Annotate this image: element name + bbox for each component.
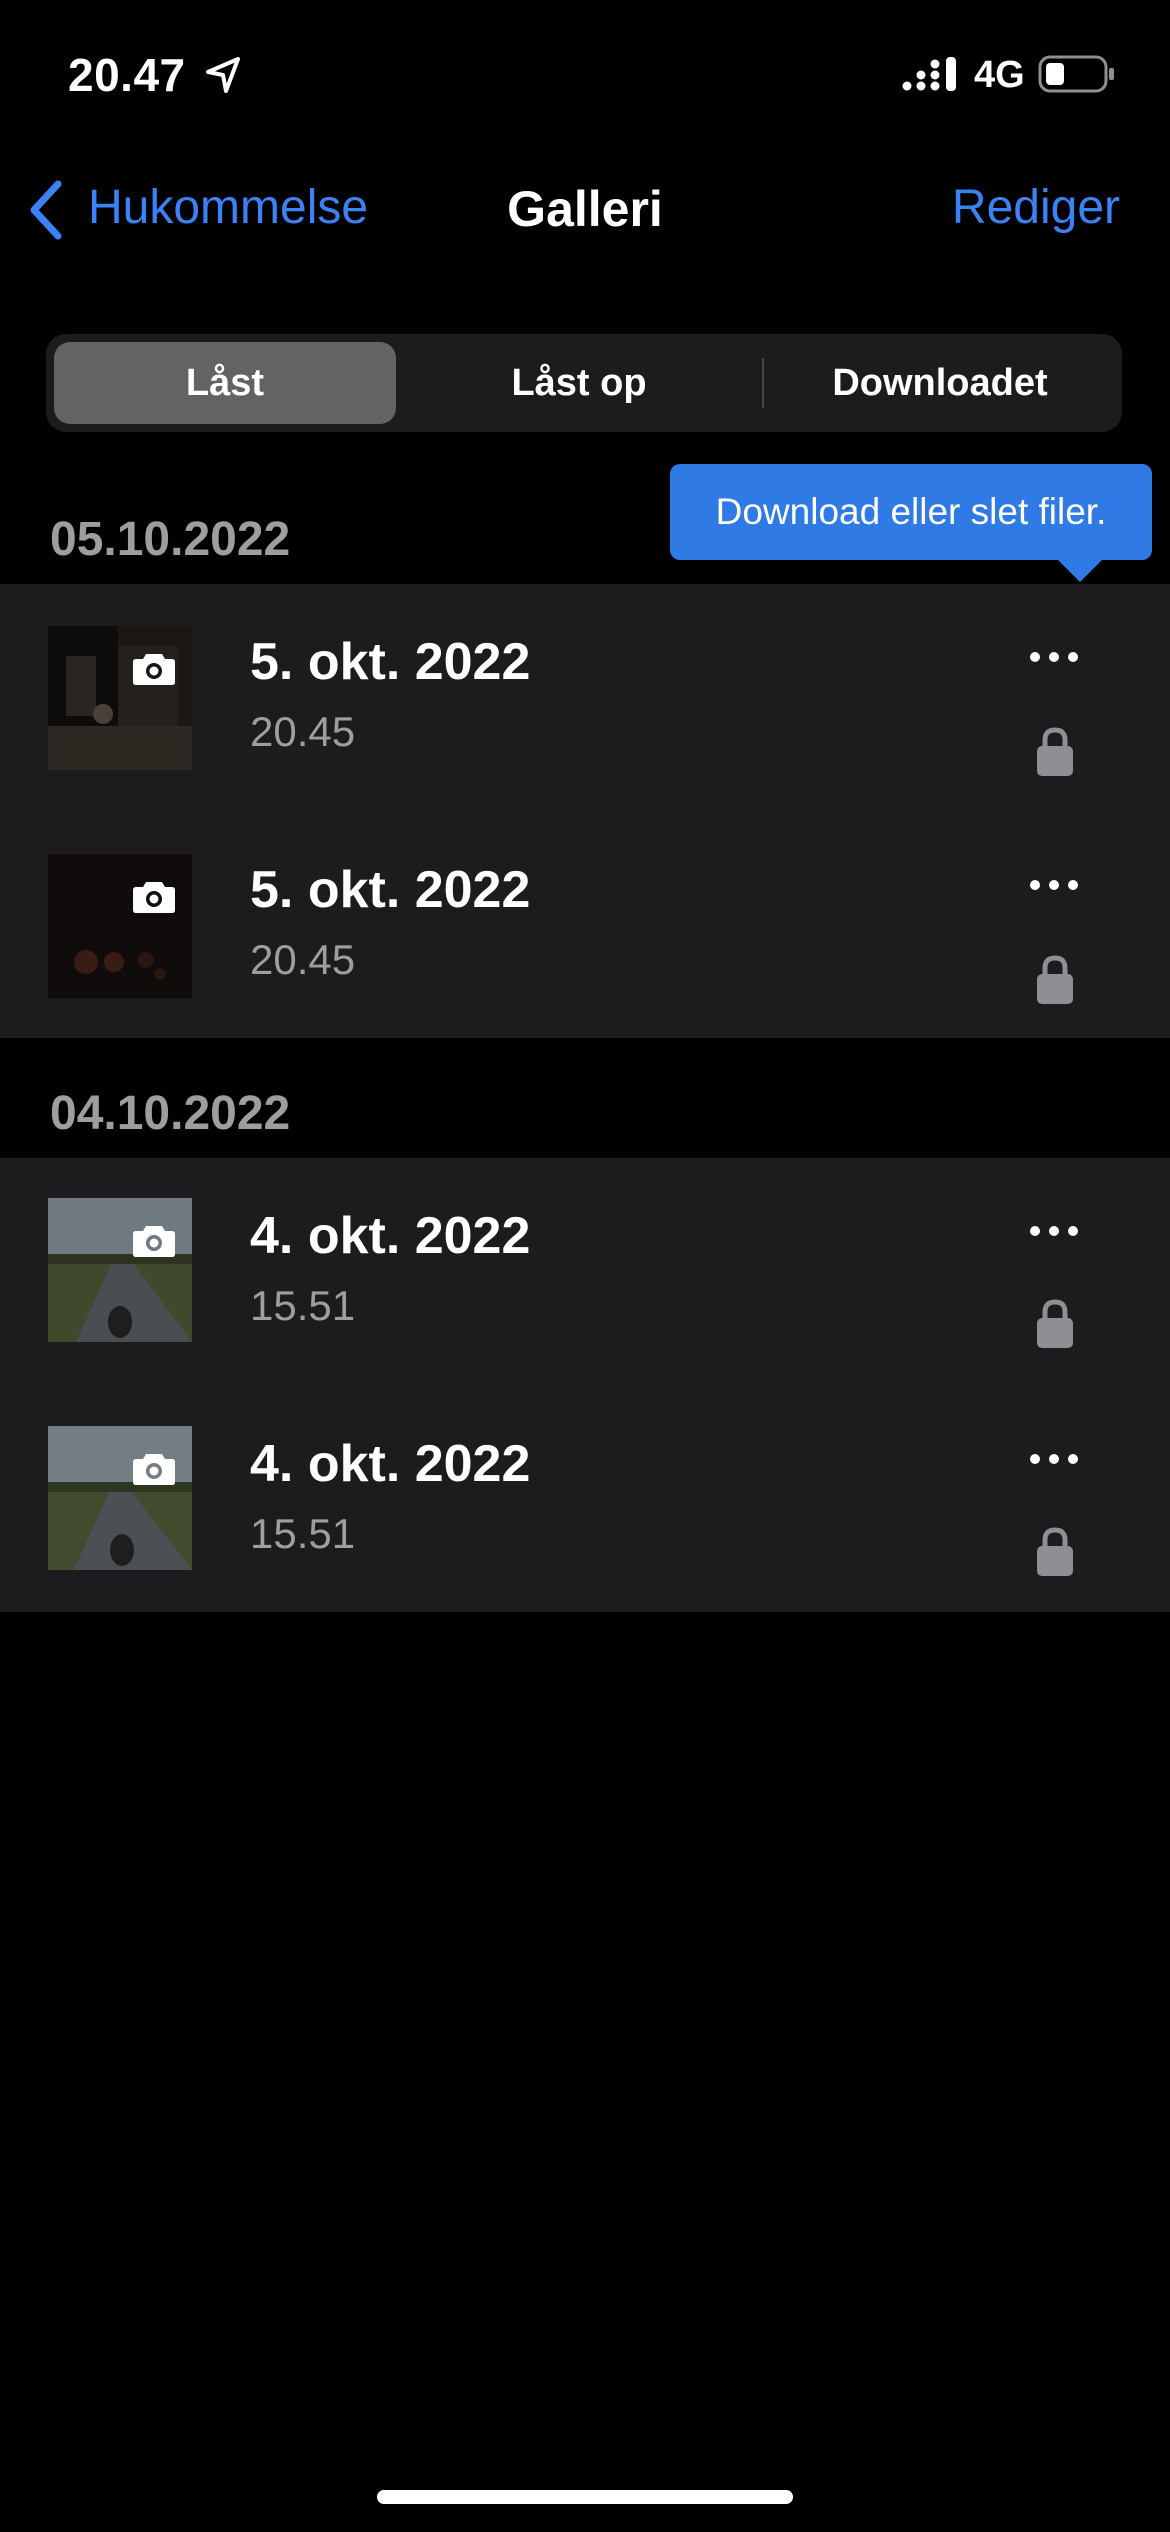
segmented-control: Låst Låst op Downloadet xyxy=(46,334,1122,432)
home-indicator[interactable] xyxy=(377,2490,793,2504)
tab-locked[interactable]: Låst xyxy=(54,342,396,424)
section-list: 4. okt. 2022 15.51 4. okt. 2022 15.51 xyxy=(0,1158,1170,1612)
section-list: 5. okt. 2022 20.45 5. okt. 2022 20.45 xyxy=(0,584,1170,1038)
camera-icon xyxy=(133,1454,175,1485)
tab-downloaded[interactable]: Downloadet xyxy=(764,342,1116,424)
tooltip: Download eller slet filer. xyxy=(670,464,1152,560)
tooltip-arrow xyxy=(1056,558,1104,582)
photo-thumbnail xyxy=(48,1426,192,1570)
camera-icon xyxy=(133,1226,175,1257)
list-item[interactable]: 4. okt. 2022 15.51 xyxy=(0,1386,1170,1614)
item-date: 4. okt. 2022 xyxy=(250,1207,531,1265)
section-date-header: 04.10.2022 xyxy=(50,1087,291,1140)
item-date: 4. okt. 2022 xyxy=(250,1435,531,1493)
battery-icon xyxy=(1038,55,1114,93)
list-item[interactable]: 4. okt. 2022 15.51 xyxy=(0,1158,1170,1386)
photo-thumbnail xyxy=(48,1198,192,1342)
tab-unlocked[interactable]: Låst op xyxy=(402,342,756,424)
item-date: 5. okt. 2022 xyxy=(250,633,531,691)
more-options-icon[interactable] xyxy=(1028,1224,1080,1238)
item-time: 15.51 xyxy=(250,1510,356,1557)
section-date-header: 05.10.2022 xyxy=(50,513,291,566)
edit-button[interactable]: Rediger xyxy=(952,180,1120,235)
camera-icon xyxy=(133,882,175,913)
photo-thumbnail xyxy=(48,626,192,770)
list-item[interactable]: 5. okt. 2022 20.45 xyxy=(0,584,1170,812)
camera-icon xyxy=(133,654,175,685)
location-arrow-icon xyxy=(206,57,240,93)
navigation-bar: Hukommelse Galleri Rediger xyxy=(0,160,1170,260)
signal-dots-icon xyxy=(902,57,956,91)
more-options-icon[interactable] xyxy=(1028,650,1080,664)
item-time: 20.45 xyxy=(250,708,356,755)
more-options-icon[interactable] xyxy=(1028,1452,1080,1466)
list-item[interactable]: 5. okt. 2022 20.45 xyxy=(0,812,1170,1040)
lock-icon xyxy=(1037,955,1073,1004)
lock-icon xyxy=(1037,1527,1073,1576)
lock-icon xyxy=(1037,1299,1073,1348)
item-date: 5. okt. 2022 xyxy=(250,861,531,919)
item-time: 15.51 xyxy=(250,1282,356,1329)
status-time: 20.47 xyxy=(68,49,186,101)
lock-icon xyxy=(1037,727,1073,776)
item-time: 20.45 xyxy=(250,936,356,983)
network-type: 4G xyxy=(974,54,1025,96)
photo-thumbnail xyxy=(48,854,192,998)
status-bar: 20.47 4G xyxy=(0,0,1170,150)
more-options-icon[interactable] xyxy=(1028,878,1080,892)
